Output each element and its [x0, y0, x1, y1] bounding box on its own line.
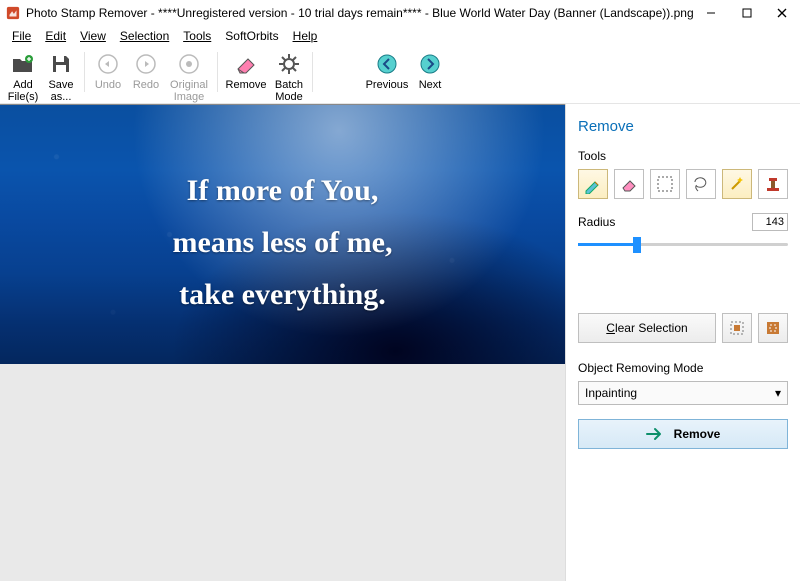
undo-icon [94, 50, 122, 78]
chevron-down-icon: ▾ [775, 386, 781, 400]
lasso-tool[interactable] [686, 169, 716, 199]
deselect-button[interactable] [758, 313, 788, 343]
save-as-button[interactable]: Save as... [42, 48, 80, 103]
titlebar: Photo Stamp Remover - ****Unregistered v… [0, 0, 800, 26]
original-image-button[interactable]: Original Image [165, 48, 213, 103]
image-canvas[interactable]: If more of You, means less of me, take e… [0, 104, 565, 364]
select-all-button[interactable] [722, 313, 752, 343]
rectangle-select-tool[interactable] [650, 169, 680, 199]
remove-action-button[interactable]: Remove [578, 419, 788, 449]
radius-slider[interactable] [578, 233, 788, 257]
gear-icon [275, 50, 303, 78]
pencil-icon [583, 174, 603, 194]
tool-icons-row [578, 169, 788, 199]
menu-edit[interactable]: Edit [39, 27, 72, 45]
window-title: Photo Stamp Remover - ****Unregistered v… [26, 6, 694, 20]
slider-fill [578, 243, 637, 246]
magic-wand-tool[interactable] [722, 169, 752, 199]
separator [84, 52, 85, 92]
clear-selection-button[interactable]: Clear Selection [578, 313, 716, 343]
eraser-icon [232, 50, 260, 78]
object-mode-value: Inpainting [585, 386, 637, 400]
toolbar: Add File(s) Save as... Undo Redo Origina… [0, 46, 800, 104]
menu-help[interactable]: Help [287, 27, 324, 45]
radius-input[interactable] [752, 213, 788, 231]
separator [312, 52, 313, 92]
canvas-background [0, 364, 565, 581]
previous-icon [373, 50, 401, 78]
menu-selection[interactable]: Selection [114, 27, 175, 45]
close-button[interactable] [765, 0, 800, 26]
rect-select-icon [655, 174, 675, 194]
menubar: File Edit View Selection Tools SoftOrbit… [0, 26, 800, 46]
quote-line-3: take everything. [0, 269, 565, 321]
undo-button[interactable]: Undo [89, 48, 127, 91]
next-button[interactable]: Next [411, 48, 449, 91]
stamp-icon [763, 174, 783, 194]
next-icon [416, 50, 444, 78]
add-files-button[interactable]: Add File(s) [4, 48, 42, 103]
slider-thumb[interactable] [633, 237, 641, 253]
canvas-column: If more of You, means less of me, take e… [0, 104, 565, 581]
menu-view[interactable]: View [74, 27, 112, 45]
eraser-small-icon [619, 174, 639, 194]
remove-action-label: Remove [674, 427, 721, 441]
object-mode-label: Object Removing Mode [578, 361, 788, 375]
object-mode-select[interactable]: Inpainting ▾ [578, 381, 788, 405]
image-text-overlay: If more of You, means less of me, take e… [0, 165, 565, 321]
main-area: If more of You, means less of me, take e… [0, 104, 800, 581]
tools-label: Tools [578, 149, 788, 163]
panel-title: Remove [578, 118, 788, 135]
remove-panel: Remove Tools Radius [565, 104, 800, 581]
marker-tool[interactable] [578, 169, 608, 199]
menu-file[interactable]: File [6, 27, 37, 45]
separator [217, 52, 218, 92]
minimize-button[interactable] [694, 0, 729, 26]
redo-button[interactable]: Redo [127, 48, 165, 91]
wand-icon [727, 174, 747, 194]
maximize-button[interactable] [729, 0, 764, 26]
select-out-icon [728, 319, 746, 337]
remove-main-button[interactable]: Remove [222, 48, 270, 91]
save-icon [47, 50, 75, 78]
batch-mode-button[interactable]: Batch Mode [270, 48, 308, 103]
radius-label: Radius [578, 215, 615, 229]
arrow-right-icon [646, 427, 664, 441]
clear-selection-rest: lear Selection [615, 321, 688, 335]
redo-icon [132, 50, 160, 78]
menu-softorbits[interactable]: SoftOrbits [219, 27, 284, 45]
quote-line-1: If more of You, [0, 165, 565, 217]
folder-add-icon [9, 50, 37, 78]
app-icon [6, 6, 20, 20]
clone-stamp-tool[interactable] [758, 169, 788, 199]
original-image-icon [175, 50, 203, 78]
menu-tools[interactable]: Tools [177, 27, 217, 45]
select-in-icon [764, 319, 782, 337]
eraser-tool[interactable] [614, 169, 644, 199]
previous-button[interactable]: Previous [363, 48, 411, 91]
quote-line-2: means less of me, [0, 217, 565, 269]
lasso-icon [691, 174, 711, 194]
